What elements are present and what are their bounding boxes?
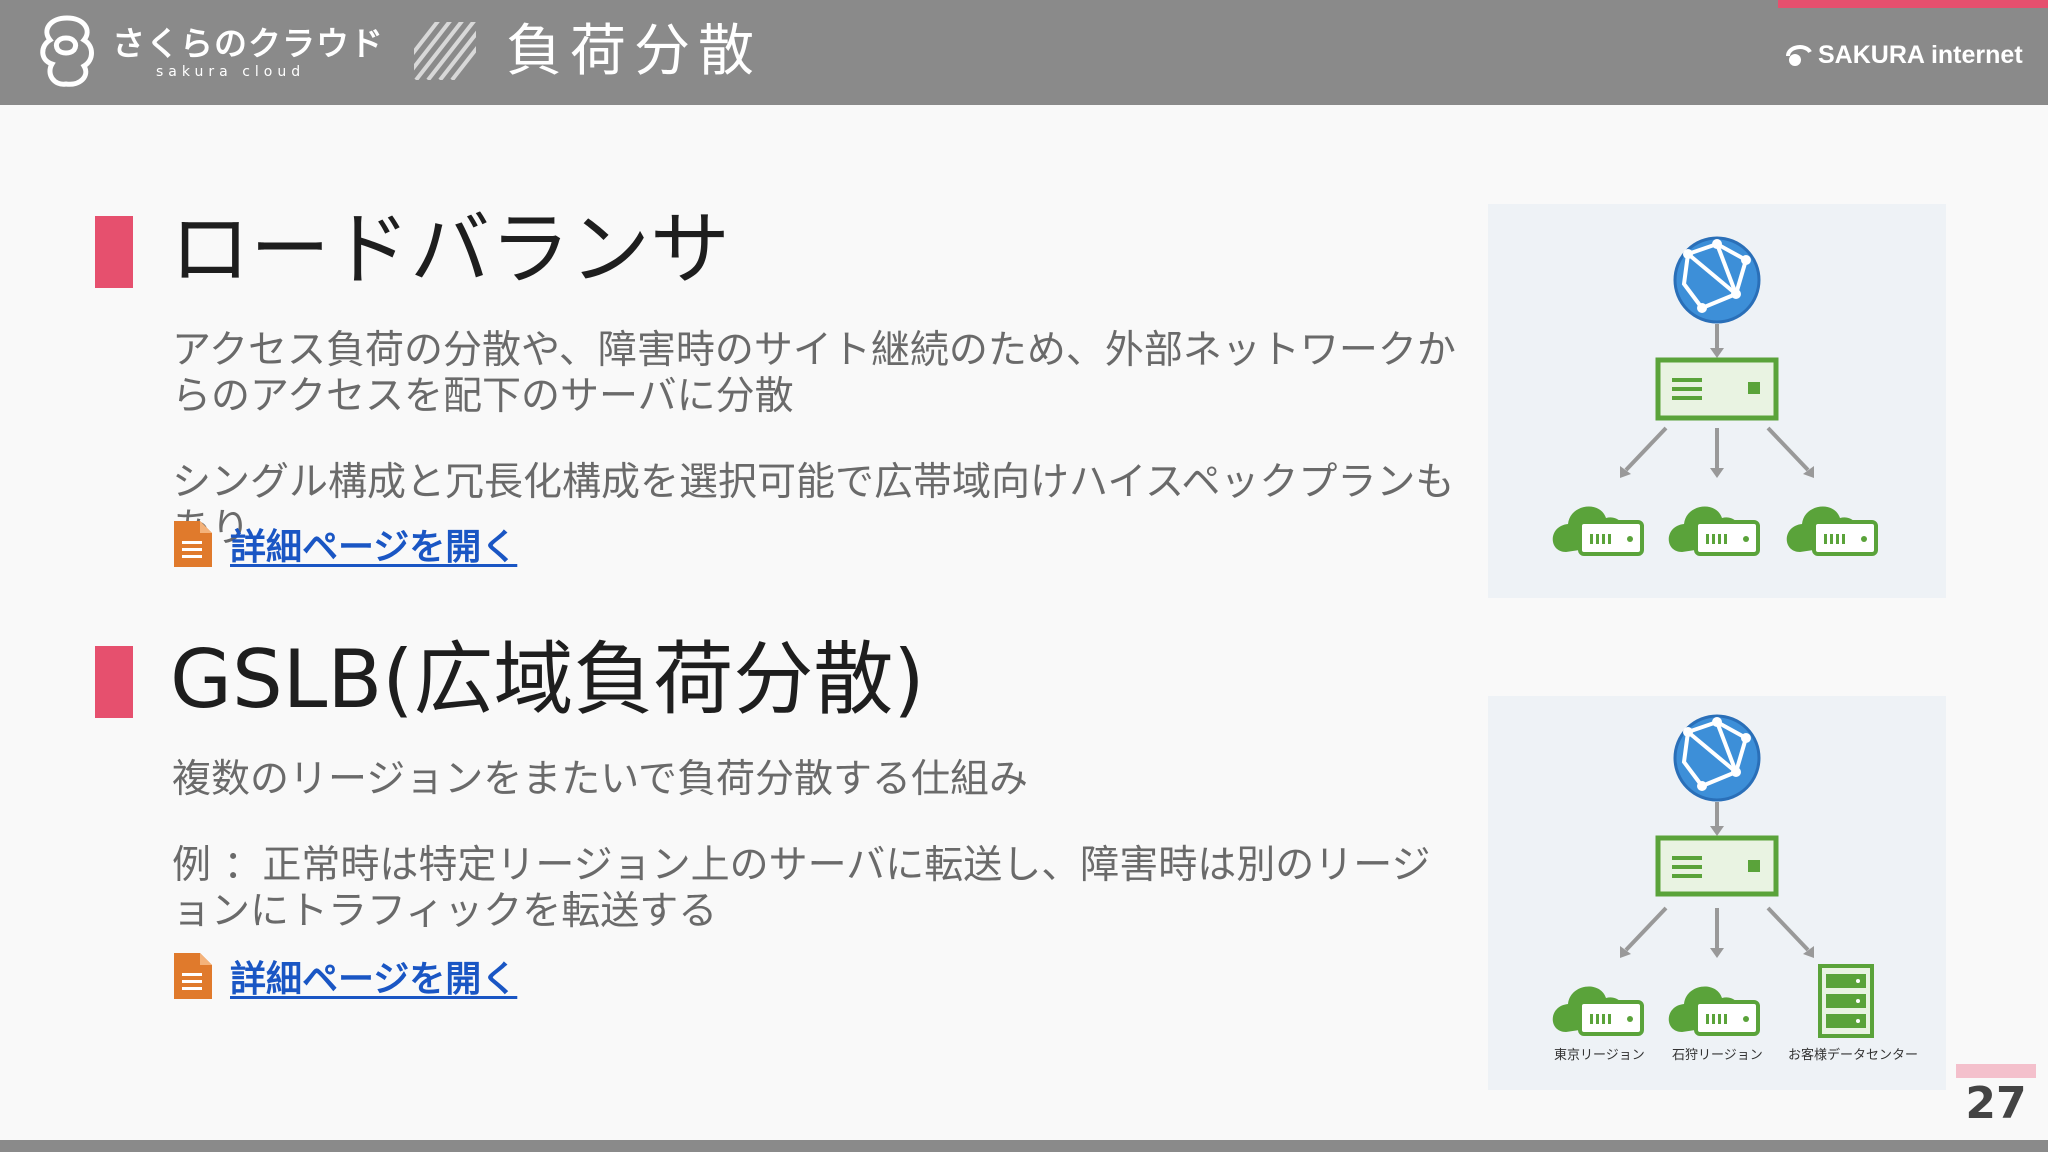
section-paragraph: アクセス負荷の分散や、障害時のサイト継続のため、外部ネットワークからのアクセスを… <box>172 328 1456 419</box>
rack-server-icon <box>1818 964 1874 1038</box>
gslb-diagram: 東京リージョン 石狩リージョン お客様データセンター <box>1488 696 1946 1090</box>
cloud-server-icon <box>1668 506 1760 556</box>
load-balancer-icon <box>1655 357 1779 421</box>
section-title-gslb: GSLB(広域負荷分散) <box>170 633 925 726</box>
section-paragraph: 例 ：正常時は特定リージョン上のサーバに転送し、障害時は別のリージョンにトラフィ… <box>172 843 1431 934</box>
cloud-server-icon <box>1668 986 1760 1036</box>
detail-link-row[interactable]: 詳細ページを開く <box>172 950 517 1002</box>
load-balancer-icon <box>1655 835 1779 897</box>
page-title: 負荷分散 <box>506 19 762 84</box>
cloud-server-icon <box>1552 506 1644 556</box>
cloud-server-icon <box>1552 986 1644 1036</box>
globe-icon <box>1673 714 1761 802</box>
sakura-logo-icon <box>40 15 94 87</box>
detail-link-row[interactable]: 詳細ページを開く <box>172 518 517 570</box>
hatch-pattern-icon <box>414 22 476 80</box>
logo-main-text: さくらのクラウド <box>112 24 384 63</box>
load-balancer-diagram <box>1488 204 1946 598</box>
region-label: 石狩リージョン <box>1672 1048 1763 1063</box>
region-label: 東京リージョン <box>1554 1048 1645 1063</box>
section-marker <box>95 646 133 718</box>
header-accent-strip <box>1778 0 2048 8</box>
sakura-internet-icon <box>1786 45 1812 66</box>
sakura-internet-logo: SAKURA internet <box>1784 40 2023 70</box>
detail-link[interactable]: 詳細ページを開く <box>230 518 517 570</box>
section-marker <box>95 216 133 288</box>
section-title-load-balancer: ロードバランサ <box>170 203 730 296</box>
sakura-cloud-logo: さくらのクラウド sakura cloud <box>36 12 384 92</box>
logo-sub-text: sakura cloud <box>156 64 306 80</box>
page-number-tab <box>1956 1064 2036 1078</box>
document-icon <box>174 953 212 999</box>
page-number: 27 <box>1965 1078 2027 1129</box>
document-icon <box>174 521 212 567</box>
section-paragraph: 複数のリージョンをまたいで負荷分散する仕組み <box>172 757 1029 802</box>
corp-logo-text: SAKURA internet <box>1818 40 2023 69</box>
detail-link[interactable]: 詳細ページを開く <box>230 950 517 1002</box>
globe-icon <box>1673 236 1761 324</box>
header-bar: さくらのクラウド sakura cloud 負荷分散 SAKURA intern… <box>0 0 2048 105</box>
region-label: お客様データセンター <box>1788 1048 1919 1063</box>
bottom-bar <box>0 1140 2048 1152</box>
cloud-server-icon <box>1786 506 1878 556</box>
